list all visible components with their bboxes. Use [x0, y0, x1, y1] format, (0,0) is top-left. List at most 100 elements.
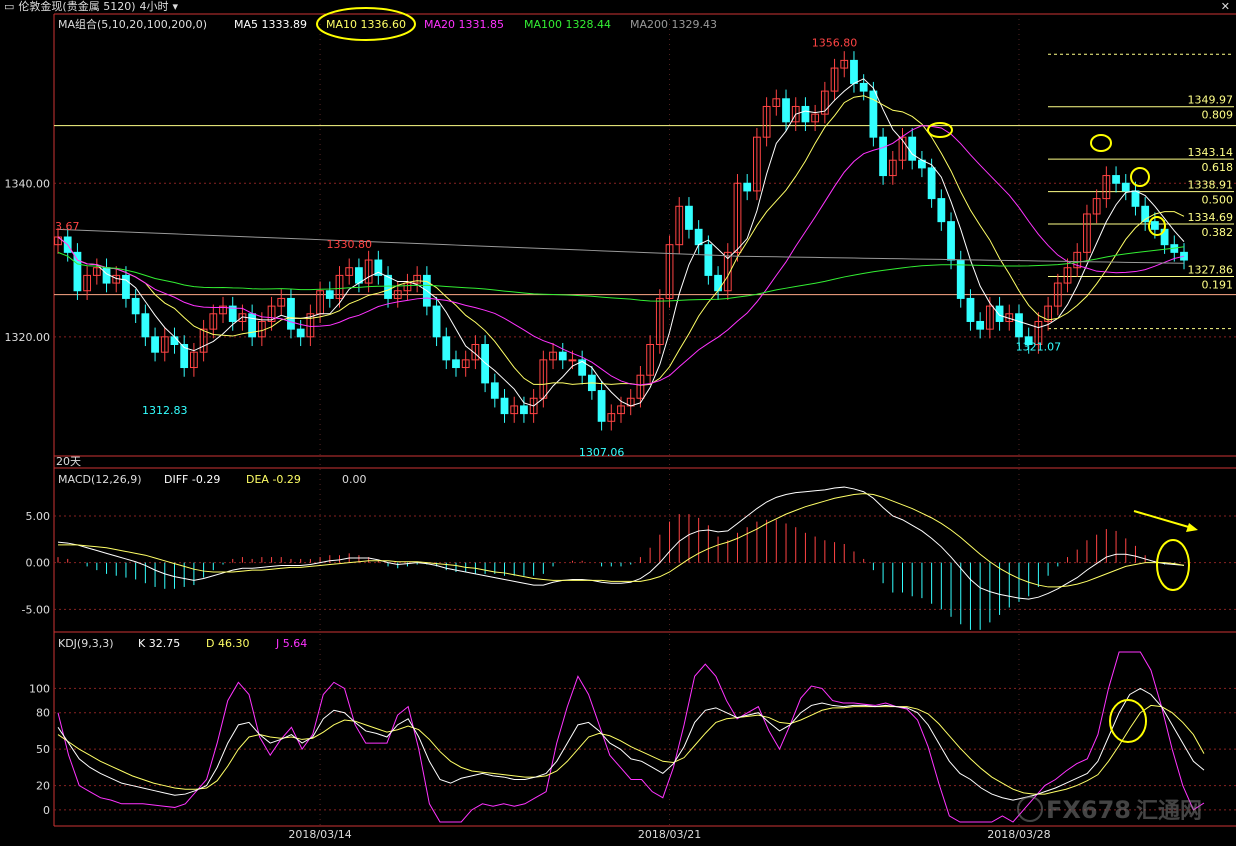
- candle-body: [248, 313, 257, 338]
- macd-diff-line: [57, 486, 1185, 600]
- fib-ratio-label: 0.809: [1202, 109, 1234, 122]
- annotation-circle: [1130, 167, 1150, 187]
- candle-body: [122, 274, 130, 299]
- kdj-k-line: [57, 687, 1205, 801]
- candle-body: [413, 274, 422, 284]
- candle-body: [869, 90, 878, 138]
- candle-body: [471, 344, 480, 361]
- macd-value-label: 0.00: [342, 473, 367, 486]
- candle-body: [762, 105, 771, 138]
- kdj-label[interactable]: KDJ(9,3,3): [58, 637, 114, 650]
- axis-ticks: 1320.00 1340.00 5.00 0.00 -5.00 100 80 50 20 0 201…: [5, 177, 1051, 841]
- candle-body: [151, 336, 159, 353]
- price-label: 1312.83: [142, 404, 188, 417]
- price-label: 1330.80: [326, 238, 372, 251]
- candle-body: [752, 136, 761, 192]
- close-icon[interactable]: ✕: [1221, 0, 1230, 14]
- candle-body: [490, 382, 499, 399]
- candle-body: [578, 359, 587, 376]
- macd-tick-label: 5.00: [26, 510, 51, 523]
- window-title: 伦敦金现(贵金属 5120): [18, 0, 136, 13]
- candle-body: [510, 405, 519, 415]
- candle-body: [733, 182, 742, 253]
- candle-body: [432, 305, 441, 338]
- candle-body: [675, 205, 684, 246]
- candle-body: [442, 336, 451, 361]
- candle-body: [995, 305, 1004, 322]
- kdj-j-line: [57, 651, 1205, 823]
- candle-body: [888, 159, 897, 177]
- macd-label[interactable]: MACD(12,26,9): [58, 473, 142, 486]
- macd-annotation-circle: [1156, 539, 1190, 591]
- candle-body: [393, 290, 402, 299]
- candle-body: [830, 67, 839, 92]
- price-label: 1321.07: [1016, 341, 1062, 354]
- candle-body: [685, 205, 693, 230]
- candle-body: [296, 328, 305, 338]
- period-days-label: 20天: [56, 455, 81, 468]
- price-tick-label: 1340.00: [5, 177, 51, 190]
- kdj-series: [57, 651, 1205, 823]
- candle-body: [714, 274, 722, 292]
- price-tick-label: 1320.00: [5, 331, 51, 344]
- candle-body: [850, 59, 858, 84]
- fib-ratio-label: 0.618: [1202, 161, 1234, 174]
- horizontal-lines: [54, 53, 1236, 330]
- candle-body: [73, 251, 82, 292]
- candle-body: [723, 251, 732, 292]
- candle-body: [335, 274, 344, 299]
- ma-combo-label[interactable]: MA组合(5,10,20,100,200,0): [58, 17, 207, 31]
- candle-body: [1083, 213, 1091, 253]
- chevron-down-icon[interactable]: ▾: [172, 0, 178, 13]
- candle-body: [782, 98, 790, 123]
- ma-lines: [57, 78, 1185, 407]
- candle-body: [461, 359, 470, 369]
- left-cut-label: 3.67: [55, 220, 80, 233]
- macd-tick-label: -5.00: [22, 603, 50, 616]
- ma10-label: MA10 1336.60: [326, 18, 406, 31]
- x-tick-label: 2018/03/14: [288, 828, 351, 841]
- candle-body: [345, 267, 354, 276]
- candle-body: [937, 198, 946, 223]
- candle-body: [277, 297, 286, 307]
- candle-body: [898, 136, 907, 161]
- candle-body: [306, 313, 315, 338]
- kdj-tick-label: 100: [29, 682, 50, 695]
- candle-body: [355, 267, 363, 284]
- candle-body: [1024, 336, 1033, 346]
- price-labels: 1349.97 0.809 1343.14 0.618 1338.91 0.500 1334…: [142, 36, 1233, 459]
- watermark-text: FX678: [1046, 796, 1131, 824]
- kdj-tick-label: 0: [43, 804, 50, 817]
- candle-body: [1092, 198, 1101, 215]
- candle-body: [617, 405, 625, 415]
- candle-body: [918, 159, 926, 169]
- window-icon[interactable]: ▭: [4, 0, 14, 13]
- fib-price-label: 1327.86: [1188, 263, 1234, 276]
- chart-canvas[interactable]: 1320.00 1340.00 5.00 0.00 -5.00 100 80 50 20 0 201…: [0, 0, 1236, 846]
- candle-body: [694, 228, 703, 246]
- candle-body: [704, 244, 713, 276]
- candle-body: [772, 98, 781, 107]
- candle-body: [626, 397, 635, 407]
- candle-body: [364, 259, 373, 284]
- candle-body: [83, 274, 92, 292]
- candle-body: [452, 359, 460, 369]
- macd-tick-label: 0.00: [26, 557, 51, 570]
- ma200-line: [57, 228, 1185, 264]
- candle-body: [1131, 190, 1140, 207]
- candle-body: [636, 374, 645, 399]
- period-selector[interactable]: 4小时: [139, 0, 168, 13]
- ma20-line: [57, 125, 1185, 386]
- ma5-line: [57, 78, 1185, 407]
- watermark-cn: 汇通网: [1136, 799, 1202, 824]
- candle-body: [520, 405, 528, 415]
- candle-body: [141, 313, 150, 338]
- fib-ratio-label: 0.382: [1202, 226, 1234, 239]
- candle-body: [403, 282, 412, 292]
- candle-body: [1170, 244, 1179, 253]
- candle-body: [422, 274, 431, 307]
- ma5-label: MA5 1333.89: [234, 18, 307, 31]
- fib-price-label: 1338.91: [1188, 179, 1234, 192]
- candle-body: [985, 305, 994, 330]
- candle-body: [92, 267, 101, 276]
